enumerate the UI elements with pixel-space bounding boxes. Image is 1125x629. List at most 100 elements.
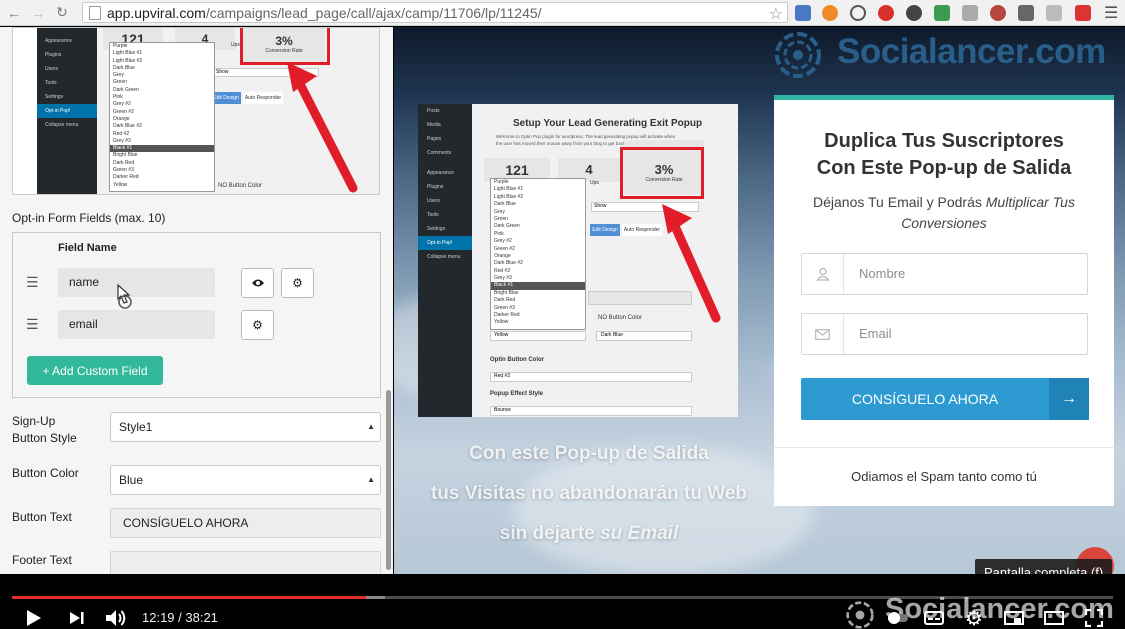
admin-menu-item: Appearance: [45, 38, 72, 44]
theater-mode-icon[interactable]: [1042, 606, 1066, 629]
drag-handle-icon[interactable]: ☰: [26, 274, 39, 291]
miniplayer-icon[interactable]: [1002, 606, 1026, 629]
admin-menu-item: Comments: [427, 150, 452, 156]
cta-button[interactable]: CONSÍGUELO AHORA →: [801, 378, 1089, 420]
field-name-input[interactable]: name: [58, 268, 215, 297]
dropdown-option: Orange: [113, 115, 130, 122]
extension-icon-2[interactable]: [822, 5, 838, 21]
admin-menu-item: Tools: [427, 212, 439, 218]
extension-icon-1[interactable]: [795, 5, 811, 21]
gear-icon[interactable]: ⚙: [241, 310, 274, 340]
dropdown-option: Dark Red: [113, 159, 135, 166]
video-player-controls: 12:19 / 38:21 Socialancer.com ⚙: [0, 574, 1125, 629]
inner-highlight-box: [620, 147, 704, 199]
add-custom-field-button[interactable]: + Add Custom Field: [27, 356, 163, 385]
dropdown-option: Yellow: [494, 319, 509, 326]
extension-icon-9[interactable]: [1018, 5, 1034, 21]
card-divider: [774, 447, 1114, 448]
bookmark-star-icon[interactable]: ☆: [769, 4, 783, 24]
select-arrows-icon: ▲: [367, 475, 375, 484]
cta-label: CONSÍGUELO AHORA: [851, 391, 999, 407]
headline-line-1: Con este Pop-up de Salida: [469, 443, 709, 464]
dropdown-option: Dark Blue #2: [494, 260, 523, 267]
dropdown-option: Light Blue #1: [494, 186, 524, 193]
button-style-select[interactable]: Style1 ▲: [110, 412, 381, 442]
mini-no-button-color: NO Button Color: [218, 183, 263, 189]
drag-handle-icon[interactable]: ☰: [26, 316, 39, 333]
back-arrow-icon[interactable]: ←: [4, 3, 24, 23]
dropdown-option: Light Blue #2: [113, 57, 143, 64]
dropdown-option: Green #3: [113, 167, 134, 174]
email-field[interactable]: Email: [801, 313, 1088, 355]
url-text: app.upviral.com/campaigns/lead_page/call…: [107, 4, 542, 21]
mini-color-dropdown: Purple Light Blue #1 Light Blue #2 Dark Blu…: [109, 42, 215, 192]
gear-icon[interactable]: ⚙: [281, 268, 314, 298]
select-arrows-icon: ▲: [367, 422, 375, 431]
play-icon[interactable]: [22, 606, 46, 629]
dropdown-option: Red #2: [113, 130, 130, 137]
mini-red-arrow: [287, 62, 358, 193]
extension-icon-11[interactable]: [1075, 5, 1091, 21]
panel-scrollbar[interactable]: [386, 390, 391, 570]
dropdown-option: Darker Red: [113, 174, 139, 181]
clock-icon[interactable]: [850, 5, 866, 21]
watermark-logo-icon: [846, 601, 874, 629]
name-field[interactable]: Nombre: [801, 253, 1088, 295]
dropdown-option: Yellow: [113, 181, 128, 188]
card-footer-text: Odiamos el Spam tanto como tú: [851, 469, 1037, 484]
progress-played[interactable]: [12, 596, 366, 599]
form-fields-box: Field Name ☰ name ⚙ ☰ email ⚙ + Add Cust…: [12, 232, 381, 398]
admin-menu-item: Users: [45, 66, 59, 72]
dropdown-option: Green: [113, 79, 127, 86]
fullscreen-icon[interactable]: [1082, 606, 1106, 629]
socialancer-logo-icon: [775, 32, 821, 78]
menu-icon[interactable]: ☰: [1104, 3, 1118, 23]
subtitles-icon[interactable]: [922, 606, 946, 629]
inner-dropdown-last: Yellow: [490, 331, 586, 341]
extension-icon-10[interactable]: [1046, 5, 1062, 21]
inner-intro-2: the user has moved their mouse away from…: [496, 141, 642, 146]
dropdown-option: Purple: [113, 43, 128, 49]
admin-menu-item: Tools: [45, 80, 57, 86]
inner-optin-button-color: Optin Button Color: [490, 357, 544, 363]
card-title-line-1: Duplica Tus Suscriptores: [824, 130, 1064, 152]
mini-tab-edit-design: Edit Design: [211, 92, 241, 104]
extension-icon-4[interactable]: [878, 5, 894, 21]
button-color-select[interactable]: Blue ▲: [110, 465, 381, 495]
admin-menu-item: Pages: [427, 136, 442, 142]
admin-menu-item: Settings: [427, 226, 446, 232]
field-email-input[interactable]: email: [58, 310, 215, 339]
dropdown-option: Dark Green: [113, 86, 139, 93]
extension-icon-8[interactable]: [990, 5, 1006, 21]
extension-icon-6[interactable]: [934, 5, 950, 21]
forward-arrow-icon[interactable]: →: [28, 3, 48, 23]
code-icon[interactable]: [962, 5, 978, 21]
footer-text-input[interactable]: [110, 551, 381, 574]
address-bar[interactable]: app.upviral.com/campaigns/lead_page/call…: [82, 2, 788, 23]
admin-menu-item: Collapse menu: [427, 254, 461, 260]
dropdown-option: Green #2: [494, 245, 515, 252]
dropdown-option: Dark Blue: [494, 201, 516, 208]
footer-text-label: Footer Text: [12, 553, 72, 567]
admin-menu-item: Plugins: [45, 52, 62, 58]
dropdown-option: Dark Red: [494, 297, 516, 304]
mini-stat-2-label: Ups: [231, 42, 240, 48]
extension-icon-5[interactable]: [906, 5, 922, 21]
reload-icon[interactable]: ↻: [52, 3, 72, 23]
mini-admin-menu: Appearance Plugins Users Tools Settings Opt-i…: [37, 28, 97, 194]
dropdown-option: Red #2: [494, 267, 511, 274]
admin-menu-item: Opt-in Pop!: [37, 104, 97, 118]
volume-icon[interactable]: [104, 606, 128, 629]
admin-menu-item: Settings: [45, 94, 64, 100]
settings-gear-icon[interactable]: ⚙: [962, 606, 986, 629]
inner-stat-2-label: Ups: [590, 180, 599, 186]
inner-title: Setup Your Lead Generating Exit Popup: [513, 118, 703, 129]
fields-title: Opt-in Form Fields (max. 10): [12, 211, 166, 225]
admin-menu-item: Plugins: [427, 184, 444, 190]
inner-color-dropdown: Purple Light Blue #1 Light Blue #2 Dark Blu…: [490, 178, 586, 330]
autoplay-toggle-icon[interactable]: [886, 606, 910, 629]
next-icon[interactable]: [66, 606, 88, 629]
admin-menu-item: Media: [427, 122, 441, 128]
button-text-input[interactable]: CONSÍGUELO AHORA: [110, 508, 381, 538]
eye-icon[interactable]: [241, 268, 274, 298]
